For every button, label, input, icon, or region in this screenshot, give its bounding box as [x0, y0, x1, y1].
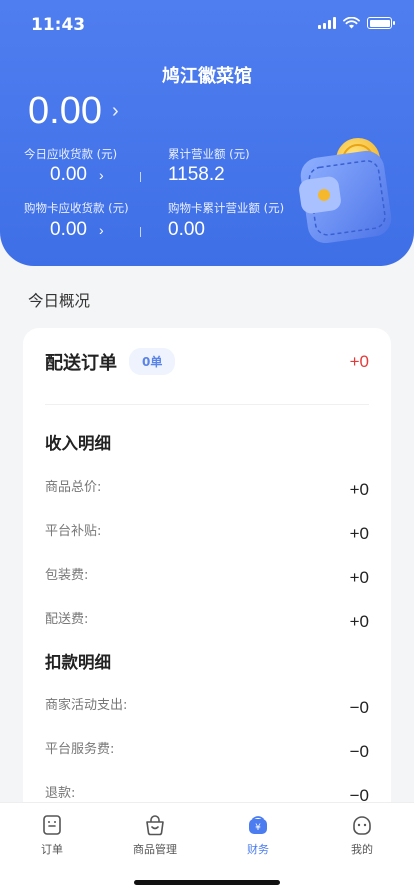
- deduction-item-label: 退款:: [45, 785, 76, 801]
- income-item-label: 配送费:: [45, 611, 89, 627]
- income-row: 包装费: +0: [45, 558, 369, 588]
- header: 11:43 鸠江徽菜馆 0.00 › 今日应收货款 (元) 0.00 › 累计营…: [0, 0, 414, 266]
- deduction-title: 扣款明细: [45, 653, 111, 672]
- wallet-icon: [299, 138, 392, 243]
- tab-profile[interactable]: 我的: [322, 813, 402, 857]
- card-total-revenue-label: 购物卡累计营业额 (元): [168, 201, 285, 215]
- income-item-value: +0: [349, 480, 369, 499]
- divider: [140, 227, 141, 237]
- status-bar: 11:43: [0, 0, 414, 50]
- income-row: 商品总价: +0: [45, 470, 369, 500]
- deduction-item-value: −0: [349, 742, 369, 761]
- total-revenue-label: 累计营业额 (元): [168, 147, 250, 161]
- balance-display[interactable]: 0.00 ›: [28, 90, 119, 133]
- deduction-item-label: 平台服务费:: [45, 741, 115, 757]
- today-receivable-value: 0.00: [50, 164, 87, 185]
- delivery-order-value: +0: [349, 351, 369, 371]
- deduction-item-value: −0: [349, 698, 369, 717]
- finance-icon: ¥: [249, 816, 267, 834]
- card-receivable-value: 0.00: [50, 219, 87, 240]
- home-indicator: [134, 880, 280, 885]
- battery-icon: [367, 17, 395, 29]
- today-receivable-label: 今日应收货款 (元): [24, 147, 118, 161]
- tab-label: 商品管理: [133, 843, 177, 856]
- income-item-value: +0: [349, 568, 369, 587]
- tab-finance[interactable]: ¥ 财务: [218, 813, 298, 857]
- signal-icon: [318, 17, 336, 29]
- card-receivable-label: 购物卡应收货款 (元): [24, 201, 129, 215]
- deduction-row: 平台服务费: −0: [45, 732, 369, 762]
- chevron-right-icon: ›: [98, 167, 104, 183]
- delivery-order-row[interactable]: 配送订单 0单 +0: [45, 348, 369, 375]
- income-item-label: 商品总价:: [45, 479, 102, 495]
- deduction-item-label: 商家活动支出:: [45, 697, 128, 713]
- profile-icon: [353, 816, 371, 835]
- income-item-value: +0: [349, 524, 369, 543]
- income-row: 平台补贴: +0: [45, 514, 369, 544]
- chevron-right-icon: ›: [98, 222, 104, 238]
- status-time: 11:43: [31, 15, 86, 35]
- order-count-badge: 0单: [129, 348, 176, 375]
- deduction-row: 商家活动支出: −0: [45, 688, 369, 718]
- order-icon: [43, 815, 61, 835]
- bag-icon: [146, 815, 164, 836]
- overview-card: 配送订单 0单 +0 收入明细 商品总价: +0 平台补贴: +0 包装费: +…: [23, 328, 391, 848]
- income-title: 收入明细: [45, 434, 111, 453]
- card-total-revenue-value: 0.00: [168, 219, 205, 240]
- card-receivable[interactable]: 0.00 ›: [50, 219, 104, 241]
- income-item-label: 包装费:: [45, 567, 89, 583]
- total-revenue-value: 1158.2: [168, 164, 225, 185]
- tab-products[interactable]: 商品管理: [115, 813, 195, 857]
- tab-label: 我的: [351, 843, 373, 856]
- divider: [45, 404, 369, 405]
- chevron-right-icon: ›: [111, 100, 119, 122]
- income-item-value: +0: [349, 612, 369, 631]
- section-title: 今日概况: [28, 292, 91, 310]
- tab-orders[interactable]: 订单: [12, 813, 92, 857]
- store-name: 鸠江徽菜馆: [162, 66, 252, 87]
- income-row: 配送费: +0: [45, 602, 369, 632]
- tab-label: 财务: [247, 843, 269, 856]
- income-item-label: 平台补贴:: [45, 523, 102, 539]
- divider: [140, 172, 141, 182]
- wifi-icon: [343, 17, 360, 29]
- tab-label: 订单: [41, 843, 63, 856]
- balance-value: 0.00: [28, 90, 102, 132]
- delivery-order-title: 配送订单: [45, 352, 117, 374]
- today-receivable[interactable]: 0.00 ›: [50, 164, 104, 186]
- svg-text:¥: ¥: [255, 823, 261, 833]
